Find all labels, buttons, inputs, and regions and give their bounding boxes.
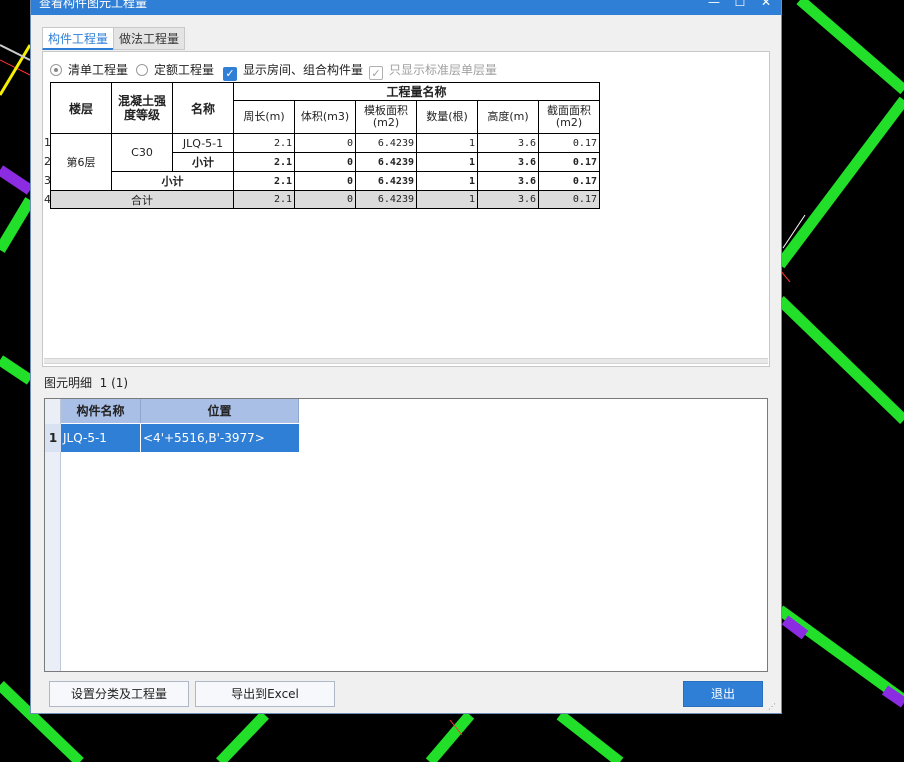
maximize-button[interactable]: ☐ bbox=[729, 0, 751, 11]
checkbox-standard-only-label: 只显示标准层单层量 bbox=[389, 63, 498, 77]
header-floor[interactable]: 楼层 bbox=[50, 82, 112, 134]
cell-height: 3.6 bbox=[477, 171, 539, 191]
cell-volume: 0 bbox=[294, 171, 356, 191]
header-height[interactable]: 高度(m) bbox=[477, 100, 539, 134]
cell-total-label: 合计 bbox=[50, 190, 234, 209]
export-excel-button[interactable]: 导出到Excel bbox=[195, 681, 335, 707]
table-row[interactable]: 第6层 C30 JLQ-5-1 2.1 0 6.4239 1 3.6 0.17 bbox=[50, 133, 600, 191]
cell-perimeter: 2.1 bbox=[233, 171, 295, 191]
settings-button[interactable]: 设置分类及工程量 bbox=[49, 681, 189, 707]
cell-name: 小计 bbox=[172, 152, 234, 172]
detail-title: 图元明细 bbox=[44, 376, 93, 390]
cell-count: 1 bbox=[416, 133, 478, 153]
header-section[interactable]: 截面面积(m2) bbox=[538, 100, 600, 134]
cell-formwork: 6.4239 bbox=[355, 190, 417, 209]
detail-label: 图元明细 1 (1) bbox=[44, 376, 128, 390]
cell-section: 0.17 bbox=[538, 152, 600, 172]
radio-list-quantity-label: 清单工程量 bbox=[68, 63, 129, 77]
cell-height: 3.6 bbox=[477, 190, 539, 209]
cell-height: 3.6 bbox=[477, 152, 539, 172]
radio-selected-icon[interactable] bbox=[50, 64, 62, 76]
cell-formwork: 6.4239 bbox=[355, 152, 417, 172]
quantity-table: 楼层 混凝土强度等级 名称 工程量名称 周长(m) 体积(m3) 模板面积(m2… bbox=[50, 82, 600, 209]
checkbox-standard-only: ✓ 只显示标准层单层量 bbox=[369, 62, 498, 80]
radio-quota-quantity[interactable]: 定额工程量 bbox=[136, 62, 214, 78]
exit-button[interactable]: 退出 bbox=[683, 681, 763, 707]
header-formwork[interactable]: 模板面积(m2) bbox=[355, 100, 417, 134]
cell-grade: C30 bbox=[111, 133, 173, 172]
panel-splitter[interactable] bbox=[44, 358, 768, 364]
cell-volume: 0 bbox=[294, 152, 356, 172]
header-quantity-group: 工程量名称 bbox=[233, 82, 600, 101]
radio-empty-icon[interactable] bbox=[136, 64, 148, 76]
cell-count: 1 bbox=[416, 171, 478, 191]
cell-perimeter: 2.1 bbox=[233, 190, 295, 209]
header-perimeter[interactable]: 周长(m) bbox=[233, 100, 295, 134]
header-position[interactable]: 位置 bbox=[141, 399, 299, 423]
dialog-title: 查看构件图元工程量 bbox=[39, 0, 148, 10]
detail-count: 1 (1) bbox=[99, 376, 129, 390]
detail-grid: 构件名称 位置 1 JLQ-5-1 <4'+5516,B'-3977> bbox=[44, 398, 768, 672]
table-row[interactable]: 小计 2.1 0 6.4239 1 3.6 0.17 bbox=[51, 171, 600, 191]
header-volume[interactable]: 体积(m3) bbox=[294, 100, 356, 134]
cell-formwork: 6.4239 bbox=[355, 171, 417, 191]
checkbox-show-rooms[interactable]: ✓ 显示房间、组合构件量 bbox=[223, 62, 364, 81]
header-component-name[interactable]: 构件名称 bbox=[61, 399, 141, 423]
header-grade[interactable]: 混凝土强度等级 bbox=[111, 82, 173, 134]
resize-grip-icon[interactable]: ⋰ bbox=[768, 702, 778, 712]
cell-perimeter: 2.1 bbox=[233, 152, 295, 172]
cell-count: 1 bbox=[416, 152, 478, 172]
cell-section: 0.17 bbox=[538, 171, 600, 191]
cell-floor: 第6层 bbox=[50, 133, 112, 191]
cell-volume: 0 bbox=[294, 133, 356, 153]
cell-count: 1 bbox=[416, 190, 478, 209]
cell-formwork: 6.4239 bbox=[355, 133, 417, 153]
radio-quota-quantity-label: 定额工程量 bbox=[154, 63, 215, 77]
cell-volume: 0 bbox=[294, 190, 356, 209]
cell-height: 3.6 bbox=[477, 133, 539, 153]
checkbox-checked-icon[interactable]: ✓ bbox=[223, 67, 237, 81]
detail-row-number[interactable]: 1 bbox=[45, 424, 61, 452]
checkbox-disabled-icon: ✓ bbox=[369, 66, 383, 80]
tab-component-quantity[interactable]: 构件工程量 bbox=[42, 27, 115, 50]
checkbox-show-rooms-label: 显示房间、组合构件量 bbox=[243, 63, 364, 77]
title-bar[interactable]: 查看构件图元工程量 — ☐ ✕ bbox=[31, 0, 781, 15]
cell-subtotal-label: 小计 bbox=[111, 171, 234, 191]
detail-cell-position[interactable]: <4'+5516,B'-3977> bbox=[141, 424, 299, 452]
cell-section: 0.17 bbox=[538, 133, 600, 153]
table-row[interactable]: 合计 2.1 0 6.4239 1 3.6 0.17 bbox=[50, 190, 600, 209]
tab-method-quantity[interactable]: 做法工程量 bbox=[113, 27, 186, 50]
close-button[interactable]: ✕ bbox=[755, 0, 777, 11]
header-name[interactable]: 名称 bbox=[172, 82, 234, 134]
header-count[interactable]: 数量(根) bbox=[416, 100, 478, 134]
detail-cell-name[interactable]: JLQ-5-1 bbox=[61, 424, 140, 452]
cell-perimeter: 2.1 bbox=[233, 133, 295, 153]
minimize-button[interactable]: — bbox=[703, 0, 725, 11]
cell-name: JLQ-5-1 bbox=[172, 133, 234, 153]
radio-list-quantity[interactable]: 清单工程量 bbox=[50, 62, 128, 78]
cell-section: 0.17 bbox=[538, 190, 600, 209]
